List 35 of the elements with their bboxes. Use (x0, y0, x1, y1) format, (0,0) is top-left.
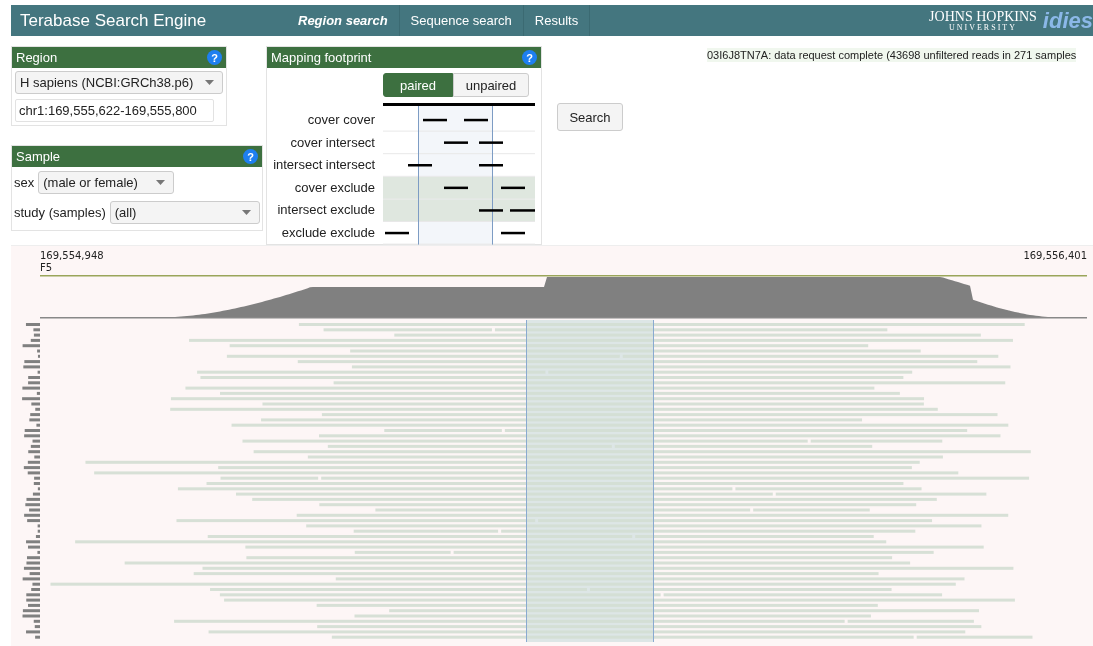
search-button[interactable]: Search (557, 103, 623, 131)
panel-title: Region (16, 50, 58, 65)
caret-icon (156, 180, 166, 185)
mode-toggle[interactable]: unpaired (453, 73, 529, 97)
university-name: JOHNS HOPKINS (929, 9, 1037, 24)
help-icon[interactable]: ? (243, 149, 258, 164)
mode-toggle[interactable]: paired (383, 73, 453, 97)
field-label: study (samples) (14, 205, 106, 220)
idies-logo: idies (1042, 7, 1093, 34)
nav-tab[interactable]: Sequence search (399, 5, 524, 36)
gene-label: F5 (40, 261, 54, 274)
help-icon[interactable]: ? (207, 50, 222, 65)
filter-select[interactable]: (all) (109, 201, 260, 224)
field-label: sex (14, 175, 35, 190)
help-icon[interactable]: ? (522, 50, 537, 65)
footprint-label: exclude exclude (280, 223, 376, 242)
panel-title: Sample (16, 149, 61, 164)
assembly-select[interactable]: H sapiens (NCBI:GRCh38.p6) (15, 71, 223, 94)
footprint-label: intersect intersect (272, 156, 376, 175)
nav-tab[interactable]: Results (523, 5, 591, 36)
panel-title: Mapping footprint (271, 50, 372, 65)
app-title: Terabase Search Engine (19, 10, 208, 31)
university-label: UNIVERSITY (949, 23, 1017, 32)
caret-icon (205, 80, 214, 85)
footprint-label: cover cover (306, 111, 376, 129)
footprint-label: cover intersect (289, 133, 376, 152)
end-coordinate: 169,556,401 (1023, 250, 1087, 261)
status-message: 03I6J8TN7A: data request complete (43698 unfiltered reads in 271 samples (707, 48, 1077, 62)
locus-field[interactable]: chr1:169,555,622-169,555,800 (15, 99, 214, 122)
footprint-label: cover exclude (293, 178, 376, 197)
start-coordinate: 169,554,948 (40, 250, 104, 261)
footprint-label: intersect exclude (276, 201, 376, 220)
caret-icon (242, 210, 251, 215)
nav-tab[interactable]: Region search (280, 5, 400, 36)
filter-select[interactable]: (male or female) (38, 171, 175, 194)
